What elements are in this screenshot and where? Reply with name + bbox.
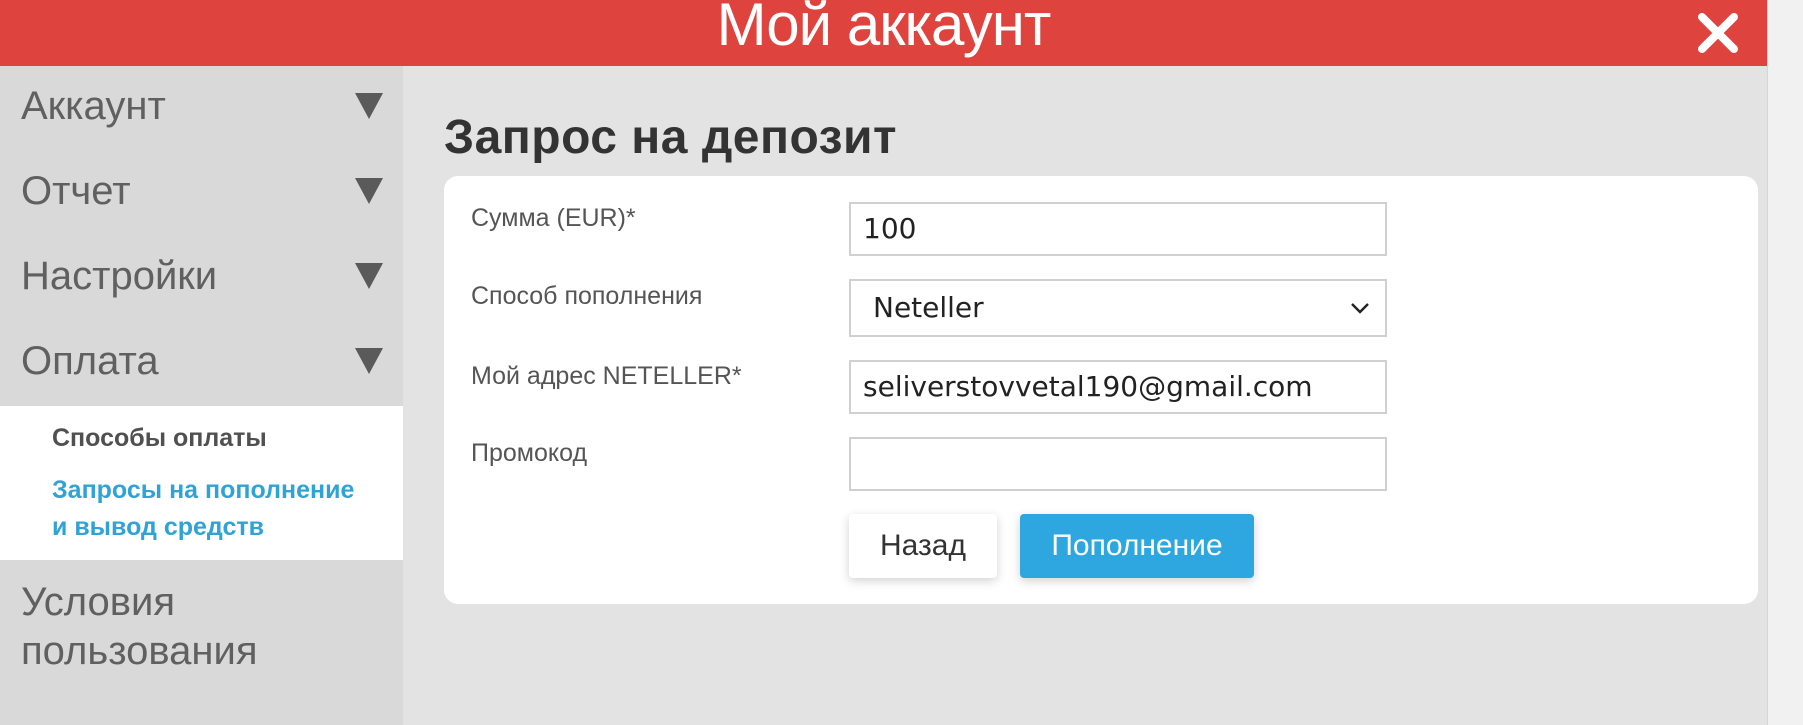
sidebar-item-label: Аккаунт [21,84,166,128]
account-window: Мой аккаунт Аккаунт Отчет Настройки Опла… [0,0,1767,725]
sidebar-item-label: Условия [21,580,176,624]
sidebar-item-settings[interactable]: Настройки [0,236,403,321]
triangle-down-icon [355,178,383,204]
address-label: Мой адрес NETELLER* [471,362,742,390]
amount-input[interactable]: 100 [849,202,1387,256]
deposit-button[interactable]: Пополнение [1020,514,1254,578]
sidebar-item-label: Оплата [21,339,159,383]
method-label: Способ пополнения [471,282,703,310]
sidebar-item-label: Отчет [21,169,131,213]
promo-input[interactable] [849,437,1387,491]
deposit-form-card: Сумма (EUR)* 100 Способ пополнения Netel… [444,176,1758,604]
back-button[interactable]: Назад [849,514,997,578]
header-bar: Мой аккаунт [0,0,1767,66]
neteller-address-input[interactable]: seliverstovvetal190@gmail.com [849,360,1387,414]
payment-submenu: Способы оплаты Запросы на пополнение и в… [0,406,403,560]
triangle-down-icon [355,263,383,289]
page-title: Запрос на депозит [444,111,898,164]
submenu-item-requests[interactable]: Запросы на пополнение и вывод средств [52,472,362,546]
sidebar-item-label: пользования [21,629,258,673]
sidebar-item-terms[interactable]: Условия пользования [0,560,403,676]
sidebar-item-account[interactable]: Аккаунт [0,66,403,151]
close-icon[interactable] [1695,10,1741,56]
method-select-value: Neteller [873,291,984,324]
method-select[interactable]: Neteller [849,279,1387,337]
triangle-down-icon [355,348,383,374]
sidebar-item-label: Настройки [21,254,218,298]
submenu-item-payment-methods[interactable]: Способы оплаты [52,420,403,457]
promo-label: Промокод [471,439,588,467]
scrollbar[interactable] [1767,0,1803,725]
chevron-down-icon [1351,303,1369,314]
triangle-down-icon [355,93,383,119]
amount-label: Сумма (EUR)* [471,204,636,232]
sidebar-item-payment[interactable]: Оплата [0,321,403,406]
header-title: Мой аккаунт [716,0,1052,58]
sidebar: Аккаунт Отчет Настройки Оплата Способы о… [0,66,403,725]
sidebar-item-report[interactable]: Отчет [0,151,403,236]
